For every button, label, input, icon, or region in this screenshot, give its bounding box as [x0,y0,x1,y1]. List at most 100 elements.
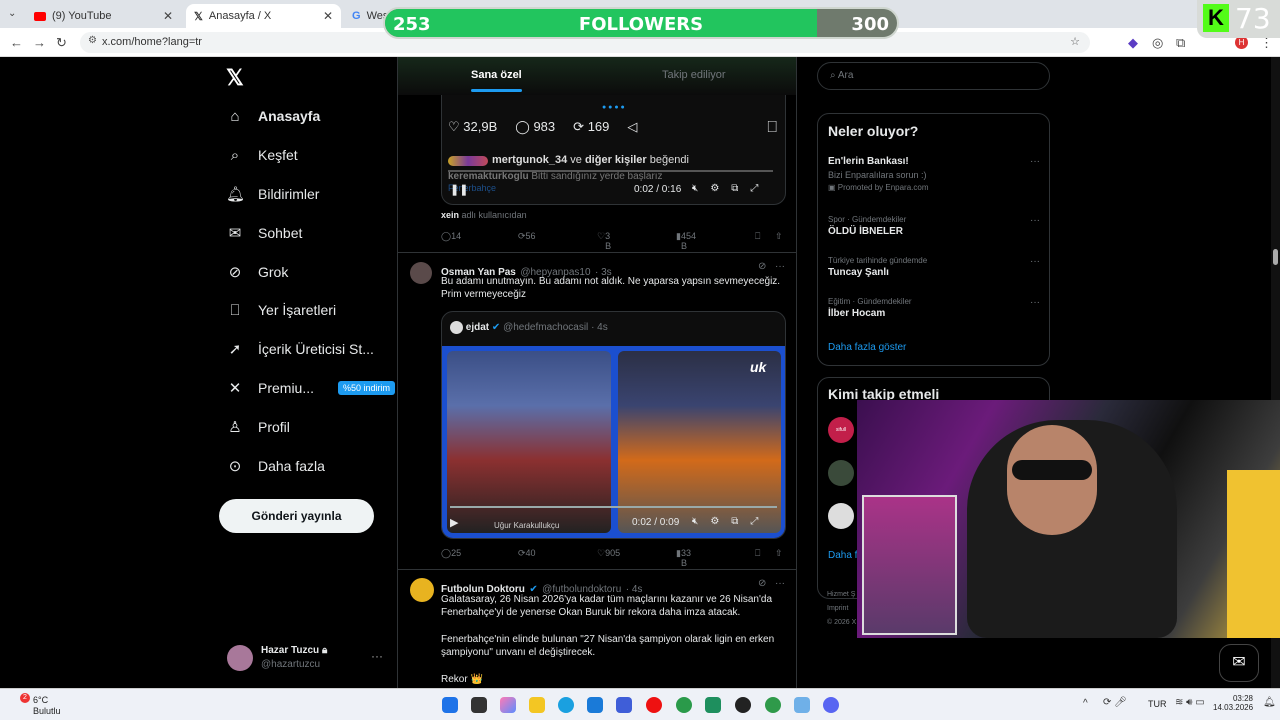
sidebar-item-creator-studio[interactable]: ➚ İçerik Üreticisi St... [226,337,374,361]
trend-item[interactable]: Eğitim · Gündemdekiler İlber Hocam ··· [828,297,1040,319]
repost-icon[interactable]: ⟳ [573,119,584,134]
more-dots-icon[interactable]: ··· [1030,215,1040,226]
chrome-icon[interactable] [676,697,692,713]
tab-following[interactable]: Takip ediliyor [662,69,726,81]
puzzle-icon[interactable]: ⧉ [1176,35,1185,51]
tray-icons[interactable]: ⟳ 🎤︎ [1103,697,1127,708]
sidebar-item-bookmarks[interactable]: ⎕ Yer İşaretleri [226,298,336,322]
quote-tweet[interactable]: ejdat ✔ @hedefmachocasil · 4s uk Uğur Ka… [441,311,786,539]
network-volume-battery-icons[interactable]: ≋ 🔊︎ ▭ [1175,697,1205,708]
app-icon[interactable] [705,697,721,713]
scrollbar-thumb[interactable] [1273,249,1278,265]
bookmark-star-icon[interactable]: ☆ [1070,35,1080,48]
search-input[interactable]: ⌕ Ara [817,62,1050,90]
views-button[interactable]: ▮ 33 B [676,548,691,568]
repost-button[interactable]: ⟳ 56 [518,231,536,242]
reply-button[interactable]: ◯ 14 [441,231,461,242]
share-icon[interactable]: ⇧ [775,231,783,242]
trend-item[interactable]: Spor · Gündemdekiler ÖLDÜ İBNELER ··· [828,215,1040,237]
video-progress[interactable] [450,506,777,508]
avatar[interactable] [828,503,854,529]
discord-icon[interactable] [823,697,839,713]
like-button[interactable]: ♡ 905 [597,548,620,559]
reload-icon[interactable]: ↻ [56,35,67,51]
avatar[interactable] [828,460,854,486]
folder-icon[interactable] [529,697,545,713]
more-dots-icon[interactable]: ··· [1030,156,1040,167]
sidebar-item-notifications[interactable]: 🔔︎ Bildirimler [226,182,319,206]
comment-icon[interactable]: ◯ [515,119,530,134]
bookmark-icon[interactable]: ⎕ [755,231,760,242]
bookmark-icon[interactable]: ⎕ [767,119,777,137]
chevron-up-icon[interactable]: ^ [1083,698,1088,709]
pip-icon[interactable]: ⧉ [731,516,738,527]
tab-for-you[interactable]: Sana özel [471,69,522,92]
app-icon[interactable] [616,697,632,713]
like-button[interactable]: ♡ 3 B [597,231,611,251]
account-switcher[interactable]: Hazar Tuzcu 🔒︎ @hazartuzcu ··· [227,643,387,673]
grok-icon[interactable]: ⊘ [758,261,766,272]
extension-icon[interactable]: ◎ [1152,35,1163,51]
pip-icon[interactable]: ⧉ [731,183,738,194]
avatar[interactable] [410,262,432,284]
mute-icon[interactable]: 🔇︎ [692,516,698,527]
more-dots-icon[interactable]: ··· [775,261,785,272]
footer-link[interactable]: Imprint [827,602,856,616]
avatar[interactable] [410,578,434,602]
views-button[interactable]: ▮ 454 B [676,231,696,251]
tab-search-icon[interactable]: ⌄ [8,8,16,19]
quote-video[interactable]: uk Uğur Karakullukçu ▶ 0:02 / 0:09 🔇︎ ⚙ ⧉ ⤢ [442,346,785,538]
settings-icon[interactable]: ⚙ [710,516,719,527]
fullscreen-icon[interactable]: ⤢ [750,516,758,527]
site-info-icon[interactable]: ⚙ [88,35,97,46]
trend-item[interactable]: Türkiye tarihinde gündemde Tuncay Şanlı … [828,256,1040,278]
heart-icon[interactable]: ♡ [448,119,460,134]
forward-icon[interactable]: → [33,35,46,50]
more-dots-icon[interactable]: ··· [1030,297,1040,308]
pause-icon[interactable]: ❚❚ [450,183,468,196]
avatar[interactable]: sifull [828,417,854,443]
language-indicator[interactable]: TUR [1148,699,1167,709]
more-dots-icon[interactable]: ··· [775,578,785,589]
post-button[interactable]: Gönderi yayınla [219,499,374,533]
tab-x[interactable]: 𝕏 Anasayfa / X ✕ [186,4,341,28]
chrome-icon[interactable] [765,697,781,713]
grok-icon[interactable]: ⊘ [758,578,766,589]
tab-youtube[interactable]: (9) YouTube ✕ [26,4,181,28]
sidebar-item-chat[interactable]: ✉ Sohbet [226,221,303,245]
x-logo-icon[interactable]: 𝕏 [226,65,244,91]
fullscreen-icon[interactable]: ⤢ [750,183,758,194]
store-icon[interactable] [587,697,603,713]
taskview-icon[interactable] [471,697,487,713]
sidebar-item-explore[interactable]: ⌕ Keşfet [226,143,298,167]
show-more-link[interactable]: Daha fazla göster [828,342,906,353]
close-icon[interactable]: ✕ [163,9,173,23]
show-more-link[interactable]: Daha f [828,550,857,561]
settings-icon[interactable]: ⚙ [710,183,719,194]
share-icon[interactable]: ◁ [627,119,637,135]
close-icon[interactable]: ✕ [323,9,333,23]
mute-icon[interactable]: 🔇︎ [692,183,698,194]
more-dots-icon[interactable]: ··· [1030,256,1040,267]
start-icon[interactable] [442,697,458,713]
video-progress[interactable] [448,170,773,172]
obs-icon[interactable] [735,697,751,713]
sidebar-item-premium[interactable]: ✕ Premiu... %50 indirim [226,376,396,400]
video-player[interactable]: ● ● ● ● ♡ 32,9B ◯ 983 ⟳ 169 ◁ ⎕ mertguno… [441,95,786,205]
reply-button[interactable]: ◯ 25 [441,548,461,559]
bookmark-icon[interactable]: ⎕ [755,548,760,559]
sidebar-item-profile[interactable]: ♙ Profil [226,415,290,439]
notification-bell-icon[interactable]: 🔔︎ [1263,697,1276,708]
footer-user[interactable]: xein [441,210,459,220]
copilot-icon[interactable] [500,697,516,713]
edge-icon[interactable] [558,697,574,713]
opera-icon[interactable] [646,697,662,713]
sidebar-item-more[interactable]: ⊙ Daha fazla [226,454,325,478]
sidebar-item-grok[interactable]: ⊘ Grok [226,260,289,284]
footer-link[interactable]: Hizmet Ş [827,588,856,602]
settings-icon[interactable] [794,697,810,713]
extension-icon[interactable]: ◆ [1128,35,1138,51]
trend-item[interactable]: En'lerin Bankası! Bizi Enparalılara soru… [828,156,1040,192]
sidebar-item-home[interactable]: ⌂ Anasayfa [226,104,320,128]
repost-button[interactable]: ⟳ 40 [518,548,536,559]
